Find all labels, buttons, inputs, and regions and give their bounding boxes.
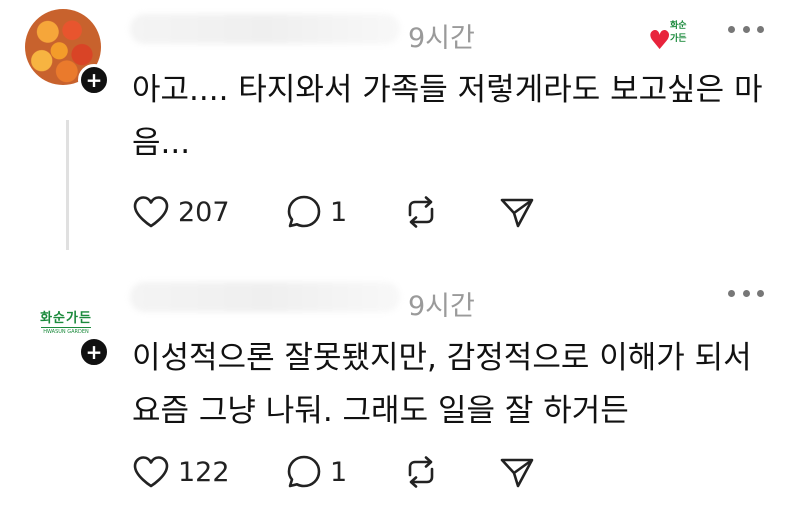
thread-line [66,120,69,250]
follow-plus-icon[interactable]: + [78,336,110,368]
reply-button[interactable]: 1 [286,450,347,494]
avatar-logo-subtext: HWASUN GARDEN [43,329,89,335]
send-icon [500,458,534,488]
timestamp: 9시간 [408,291,475,322]
send-icon [500,198,534,228]
action-bar: 207 1 [132,190,552,234]
comment-header: 9시간 [130,282,550,322]
action-bar: 122 1 [132,450,552,494]
like-button[interactable]: 122 [132,450,230,494]
more-icon[interactable] [728,290,764,300]
comment-text-line-2: 요즘 그냥 나둬. 그래도 일을 잘 하거든 [132,393,629,429]
username-redacted[interactable] [130,14,400,44]
repost-icon [408,456,434,488]
like-button[interactable]: 207 [132,190,230,234]
comment-icon [287,455,321,488]
repost-button[interactable] [402,190,440,234]
repost-button[interactable] [402,450,440,494]
avatar-logo-text: 화순가든 [40,311,92,326]
author-mini-logo: 화순가든 [670,21,687,44]
username-redacted[interactable] [130,282,400,312]
reply-count: 1 [330,196,348,228]
reply-button[interactable]: 1 [286,190,347,234]
author-liked-badge: 화순가든 ♥ [648,18,692,56]
follow-plus-icon[interactable]: + [78,64,110,96]
comment-header: 9시간 [130,14,550,54]
comment-1: + 9시간 화순가든 ♥ 아고.... 타지와서 가족들 저렇게라도 보고싶은 … [0,0,800,260]
heart-outline-icon [133,456,169,488]
comment-text: 아고.... 타지와서 가족들 저렇게라도 보고싶은 마음... [132,72,763,161]
heart-outline-icon [133,196,169,228]
share-button[interactable] [498,190,536,234]
reply-count: 1 [330,456,348,488]
like-count: 207 [178,196,230,228]
heart-filled-icon: ♥ [648,26,672,56]
comment-text: 이성적으론 잘못됐지만, 감정적으로 이해가 되서 요즘 그냥 나둬. 그래도 … [132,332,772,438]
comment-text-line-1: 이성적으론 잘못됐지만, 감정적으로 이해가 되서 [132,340,752,376]
timestamp: 9시간 [408,23,475,54]
more-icon[interactable] [728,26,764,36]
avatar-logo-divider [41,327,91,328]
repost-icon [408,196,434,228]
comment-icon [287,195,321,228]
comment-2: 화순가든 HWASUN GARDEN + 9시간 이성적으론 잘못됐지만, 감정… [0,260,800,521]
share-button[interactable] [498,450,536,494]
like-count: 122 [178,456,230,488]
